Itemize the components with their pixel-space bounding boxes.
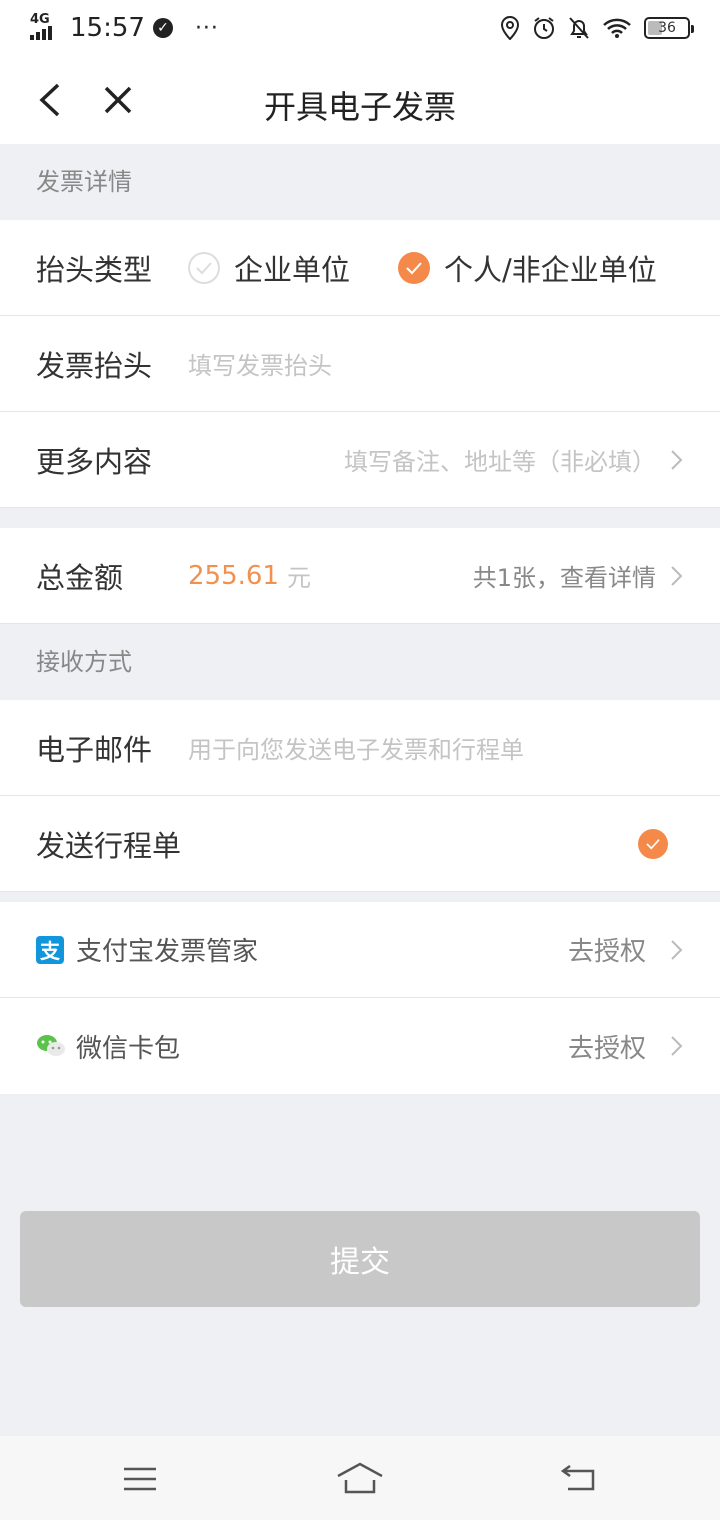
battery-level: 36 bbox=[658, 20, 676, 36]
alipay-invoice-row[interactable]: 支 支付宝发票管家 去授权 bbox=[0, 902, 720, 998]
radio-option-company-label: 企业单位 bbox=[234, 252, 351, 287]
mute-bell-icon bbox=[569, 17, 589, 39]
radio-checked-icon bbox=[398, 251, 431, 284]
title-type-row: 抬头类型 企业单位 个人/非企业单位 bbox=[0, 220, 720, 316]
wechat-icon bbox=[37, 1035, 65, 1056]
send-itinerary-checkbox[interactable] bbox=[638, 828, 668, 859]
verified-icon: ✓ bbox=[152, 18, 173, 38]
status-time: 15:57 bbox=[70, 13, 145, 43]
battery-icon: 36 bbox=[644, 17, 694, 39]
page-title: 开具电子发票 bbox=[263, 88, 456, 126]
wechat-card-row[interactable]: 微信卡包 去授权 bbox=[0, 998, 720, 1094]
submit-button[interactable]: 提交 bbox=[20, 1211, 700, 1307]
nav-bar: 开具电子发票 bbox=[0, 56, 720, 144]
radio-option-personal-label: 个人/非企业单位 bbox=[444, 252, 657, 287]
email-label: 电子邮件 bbox=[36, 732, 153, 767]
menu-icon[interactable] bbox=[122, 1466, 158, 1492]
title-type-label: 抬头类型 bbox=[36, 252, 153, 287]
home-icon[interactable] bbox=[336, 1462, 384, 1494]
location-icon bbox=[500, 16, 520, 40]
alipay-authorize-link[interactable]: 去授权 bbox=[568, 931, 646, 968]
currency-unit: 元 bbox=[286, 564, 311, 592]
more-content-row[interactable]: 更多内容 填写备注、地址等（非必填） bbox=[0, 412, 720, 508]
total-amount-value: 255.61 bbox=[188, 560, 279, 591]
radio-option-company[interactable]: 企业单位 bbox=[188, 247, 350, 289]
section-header-receive-method: 接收方式 bbox=[0, 624, 720, 700]
total-amount-row[interactable]: 总金额 255.61 元 共1张，查看详情 bbox=[0, 528, 720, 624]
invoice-title-input[interactable]: 填写发票抬头 bbox=[188, 346, 332, 381]
more-content-label: 更多内容 bbox=[36, 444, 153, 479]
invoice-count-detail-link[interactable]: 共1张，查看详情 bbox=[473, 558, 656, 593]
send-itinerary-row[interactable]: 发送行程单 bbox=[0, 796, 720, 892]
invoice-title-label: 发票抬头 bbox=[36, 348, 153, 383]
more-notifications-icon: ··· bbox=[194, 15, 219, 41]
radio-unchecked-icon bbox=[188, 251, 220, 284]
chevron-right-icon bbox=[671, 449, 683, 470]
send-itinerary-label: 发送行程单 bbox=[36, 828, 182, 863]
back-nav-icon[interactable] bbox=[560, 1464, 598, 1492]
email-row[interactable]: 电子邮件 用于向您发送电子发票和行程单 bbox=[0, 700, 720, 796]
more-content-placeholder: 填写备注、地址等（非必填） bbox=[344, 448, 656, 476]
status-bar: 4G 15:57 ✓ ··· 36 bbox=[0, 0, 720, 56]
alarm-icon bbox=[534, 17, 554, 39]
chevron-right-icon bbox=[671, 565, 683, 586]
section-header-invoice-details: 发票详情 bbox=[0, 144, 720, 220]
system-nav-bar bbox=[0, 1436, 720, 1520]
signal-icon: 4G bbox=[30, 13, 62, 43]
network-type: 4G bbox=[30, 12, 50, 27]
radio-option-personal[interactable]: 个人/非企业单位 bbox=[398, 247, 657, 289]
wechat-card-label: 微信卡包 bbox=[76, 1033, 181, 1064]
email-input[interactable]: 用于向您发送电子发票和行程单 bbox=[188, 730, 524, 765]
chevron-right-icon bbox=[671, 1036, 683, 1056]
wechat-authorize-link[interactable]: 去授权 bbox=[568, 1028, 646, 1065]
chevron-right-icon bbox=[671, 939, 683, 960]
invoice-title-row[interactable]: 发票抬头 填写发票抬头 bbox=[0, 316, 720, 412]
total-amount-label: 总金额 bbox=[36, 560, 124, 595]
alipay-invoice-label: 支付宝发票管家 bbox=[76, 937, 259, 967]
alipay-icon: 支 bbox=[36, 935, 64, 964]
wifi-icon bbox=[603, 18, 631, 38]
